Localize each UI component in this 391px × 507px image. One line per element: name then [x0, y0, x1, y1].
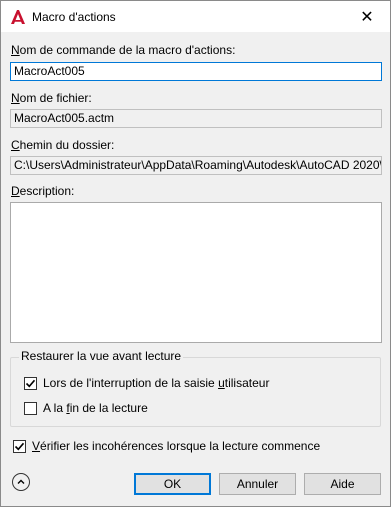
close-button[interactable]: ✕: [344, 1, 390, 32]
help-button[interactable]: Aide: [304, 473, 381, 495]
chevron-up-icon: [17, 479, 25, 484]
folder-path-field: C:\Users\Administrateur\AppData\Roaming\…: [10, 156, 382, 175]
interrupt-option-row[interactable]: Lors de l'interruption de la saisie util…: [24, 376, 269, 390]
end-of-playback-label: A la fin de la lecture: [43, 401, 148, 415]
verify-label: Vérifier les incohérences lorsque la lec…: [32, 439, 321, 453]
check-icon: [14, 442, 25, 450]
macro-dialog: Macro d'actions ✕ Nom de commande de la …: [0, 0, 391, 507]
interrupt-label: Lors de l'interruption de la saisie util…: [43, 376, 270, 390]
command-name-label: Nom de commande de la macro d'actions:: [11, 43, 236, 57]
close-icon: ✕: [360, 8, 374, 26]
autocad-icon: [10, 9, 26, 25]
window-title: Macro d'actions: [32, 10, 116, 24]
description-label: Description:: [11, 184, 75, 198]
title-bar: Macro d'actions ✕: [1, 1, 390, 32]
interrupt-checkbox[interactable]: [24, 376, 37, 390]
expand-toggle-button[interactable]: [12, 473, 30, 491]
file-name-label: Nom de fichier:: [11, 91, 92, 105]
end-of-playback-checkbox[interactable]: [24, 401, 37, 415]
cancel-button[interactable]: Annuler: [219, 473, 296, 495]
command-name-input[interactable]: MacroAct005: [10, 62, 382, 81]
restore-view-group: [10, 357, 381, 427]
restore-view-group-label: Restaurer la vue avant lecture: [19, 349, 184, 363]
ok-button[interactable]: OK: [134, 473, 211, 495]
verify-option-row[interactable]: Vérifier les incohérences lorsque la lec…: [13, 439, 320, 453]
end-of-playback-option-row[interactable]: A la fin de la lecture: [24, 401, 148, 415]
check-icon: [25, 379, 36, 387]
file-name-field: MacroAct005.actm: [10, 109, 382, 128]
folder-path-label: Chemin du dossier:: [11, 138, 115, 152]
verify-checkbox[interactable]: [13, 439, 26, 453]
description-textarea[interactable]: [10, 202, 382, 343]
